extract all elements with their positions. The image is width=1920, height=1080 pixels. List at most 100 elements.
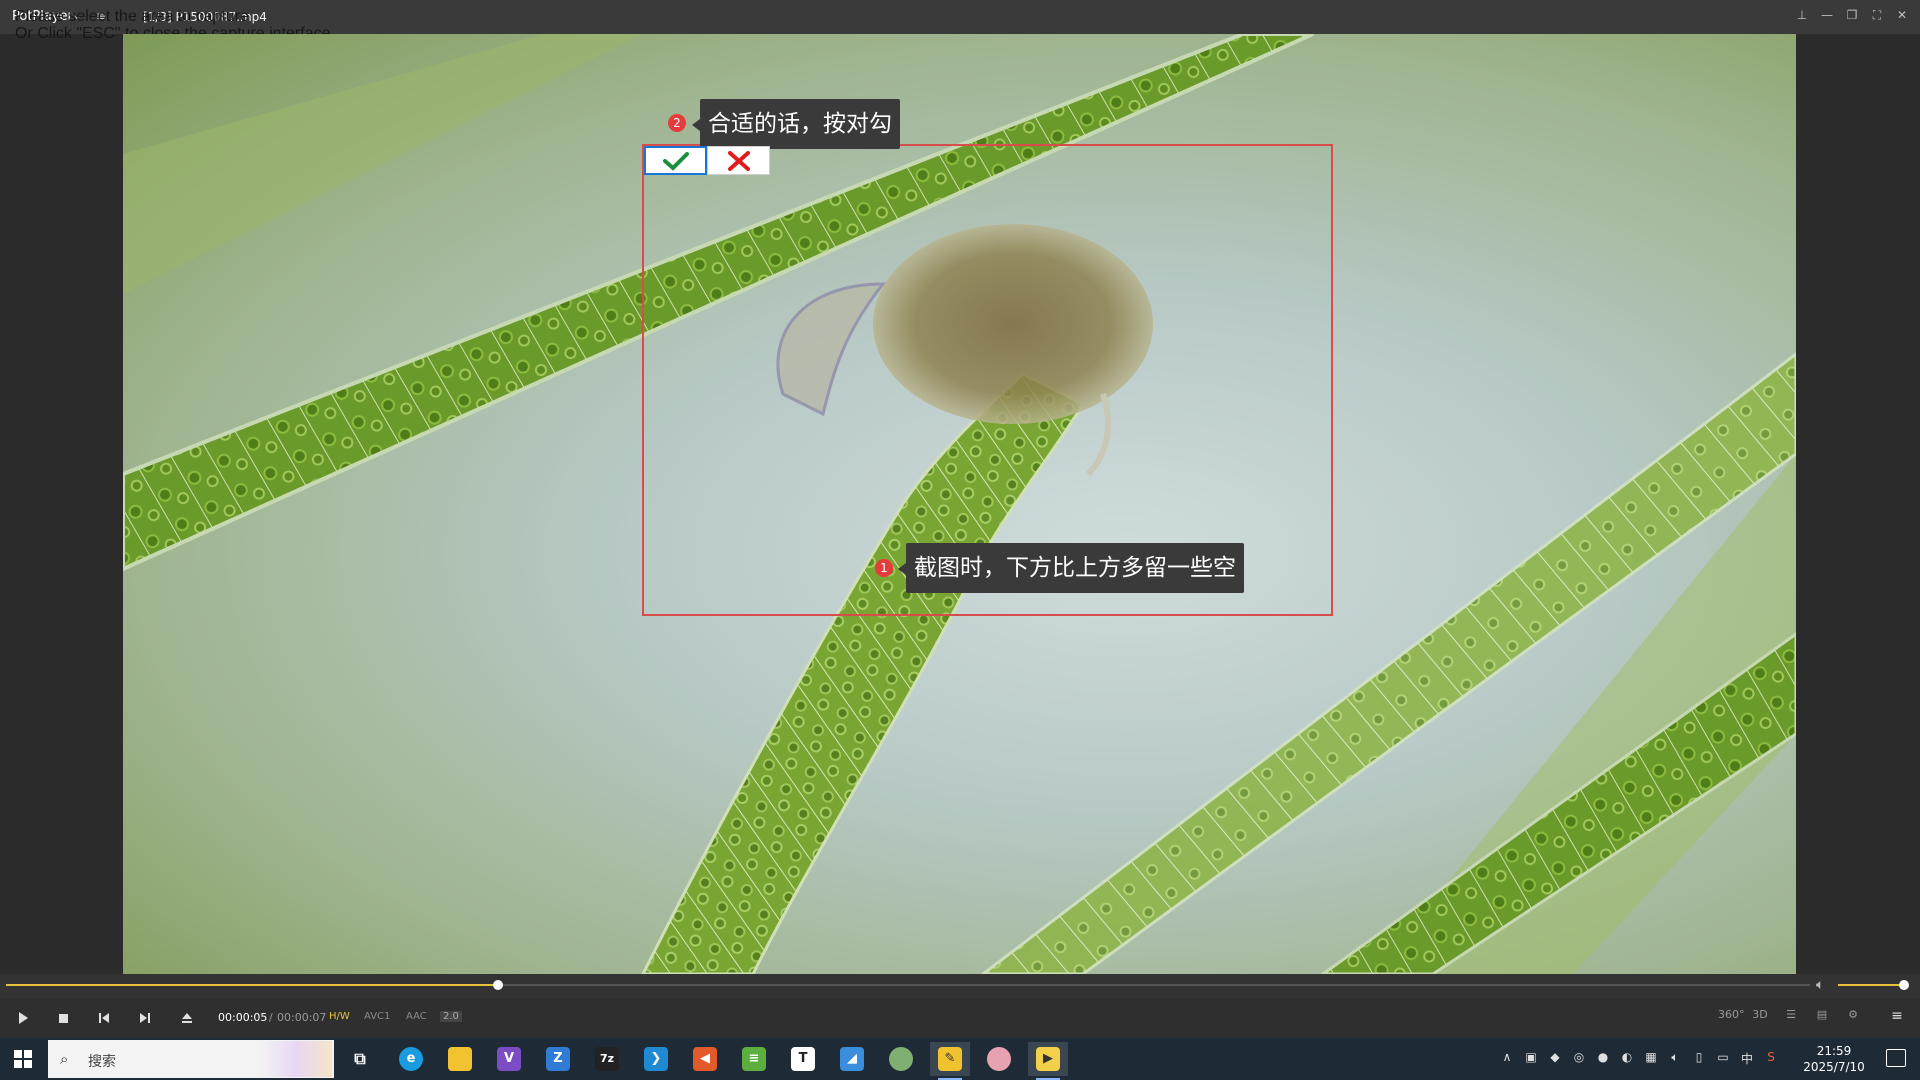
taskbar-search[interactable]: ⌕ 搜索 bbox=[48, 1040, 334, 1078]
vscode-icon: ❯ bbox=[644, 1047, 668, 1071]
window-controls: ⊥ — ❐ ⛶ ✕ bbox=[1794, 6, 1910, 24]
volume-slider[interactable] bbox=[1838, 980, 1909, 990]
taskbar-vscode[interactable]: ❯ bbox=[636, 1042, 676, 1076]
tray-app-icon-4[interactable]: ● bbox=[1594, 1050, 1612, 1064]
taskbar-edge[interactable]: e bbox=[391, 1042, 431, 1076]
volume-level bbox=[1838, 984, 1904, 986]
taskbar-7zip[interactable]: 7z bbox=[587, 1042, 627, 1076]
task-view-button[interactable]: ⧉ bbox=[340, 1042, 380, 1076]
fish-app-icon bbox=[987, 1047, 1011, 1071]
volume-thumb[interactable] bbox=[1899, 980, 1909, 990]
tray-network-icon[interactable]: ▭ bbox=[1714, 1050, 1732, 1064]
playlist-icon[interactable]: ☰ bbox=[1780, 1008, 1802, 1021]
time-separator: / bbox=[269, 1011, 273, 1024]
app-blue-icon: Z bbox=[546, 1047, 570, 1071]
seek-bar: 🔈︎ bbox=[0, 974, 1920, 998]
current-time: 00:00:05 bbox=[218, 1011, 268, 1024]
taskbar-visual-studio[interactable]: V bbox=[489, 1042, 529, 1076]
fullscreen-icon[interactable]: ⛶ bbox=[1869, 6, 1885, 24]
eject-icon bbox=[182, 1013, 192, 1023]
taskbar-potplayer[interactable]: ▶ bbox=[1028, 1042, 1068, 1080]
stop-icon bbox=[58, 1013, 68, 1023]
taskbar-notepad[interactable]: ≡ bbox=[734, 1042, 774, 1076]
hw-decoder-badge[interactable]: H/W bbox=[329, 1011, 350, 1022]
windows-logo-icon bbox=[14, 1050, 32, 1068]
tray-app-icon-2[interactable]: ◆ bbox=[1546, 1050, 1564, 1064]
tray-app-icon-5[interactable]: ▦ bbox=[1642, 1050, 1660, 1064]
stop-button[interactable] bbox=[52, 1007, 74, 1029]
panel-icon[interactable]: ▤ bbox=[1811, 1008, 1833, 1021]
potplayer-icon: ▶ bbox=[1036, 1047, 1060, 1071]
next-icon bbox=[140, 1013, 150, 1023]
speaker-app-icon: ◀ bbox=[693, 1047, 717, 1071]
sketch-app-icon: ✎ bbox=[938, 1047, 962, 1071]
tray-ime-indicator[interactable]: 中 bbox=[1738, 1050, 1756, 1067]
clock-time: 21:59 bbox=[1816, 1044, 1852, 1058]
photo-app-icon: ◢ bbox=[840, 1047, 864, 1071]
taskbar-app-blue[interactable]: Z bbox=[538, 1042, 578, 1076]
taskbar-photo-app[interactable]: ◢ bbox=[832, 1042, 872, 1076]
taskbar: ⌕ 搜索 ⧉ e V Z 7z ❯ ◀ ≡ T ◢ ✎ ▶ ∧ ▣ ◆ ◎ ● … bbox=[0, 1038, 1920, 1080]
confirm-capture-button[interactable] bbox=[644, 146, 707, 175]
minimize-icon[interactable]: — bbox=[1819, 6, 1835, 24]
search-placeholder: 搜索 bbox=[88, 1054, 116, 1070]
main-menu-icon[interactable]: ≡ bbox=[1886, 1008, 1908, 1024]
audio-channels-badge[interactable]: 2.0 bbox=[440, 1011, 462, 1022]
3d-button[interactable]: 3D bbox=[1749, 1008, 1771, 1021]
taskbar-green-app[interactable] bbox=[881, 1042, 921, 1076]
taskbar-explorer[interactable] bbox=[440, 1042, 480, 1076]
cancel-capture-button[interactable] bbox=[707, 146, 770, 175]
settings-icon[interactable]: ⚙ bbox=[1842, 1008, 1864, 1021]
tip-confirm: 合适的话，按对勾 bbox=[692, 99, 900, 149]
total-duration: 00:00:07 bbox=[277, 1011, 327, 1024]
capture-action-group bbox=[644, 146, 770, 175]
taskbar-fish-app[interactable] bbox=[979, 1042, 1019, 1076]
search-highlight-image bbox=[260, 1041, 332, 1077]
tray-app-icon-1[interactable]: ▣ bbox=[1522, 1050, 1540, 1064]
edge-icon: e bbox=[399, 1047, 423, 1071]
system-clock[interactable]: 21:59 2025/7/10 bbox=[1802, 1043, 1866, 1075]
video-codec-badge[interactable]: AVC1 bbox=[364, 1011, 390, 1022]
seek-track[interactable] bbox=[6, 980, 1810, 990]
pin-icon[interactable]: ⊥ bbox=[1794, 6, 1810, 24]
vr360-button[interactable]: 360° bbox=[1718, 1008, 1745, 1021]
check-icon bbox=[662, 151, 689, 171]
tray-app-icon-3[interactable]: ◎ bbox=[1570, 1050, 1588, 1064]
play-button[interactable] bbox=[12, 1007, 34, 1029]
tray-usb-icon[interactable]: ▯ bbox=[1690, 1050, 1708, 1064]
step-badge-2: 2 bbox=[668, 114, 686, 132]
play-icon bbox=[19, 1012, 28, 1024]
tray-steam-icon[interactable]: ◐ bbox=[1618, 1050, 1636, 1064]
clock-date: 2025/7/10 bbox=[1803, 1060, 1865, 1074]
visual-studio-icon: V bbox=[497, 1047, 521, 1071]
previous-icon bbox=[99, 1013, 109, 1023]
taskbar-typora[interactable]: T bbox=[783, 1042, 823, 1076]
potplayer-window: PotPlayer ⌄ ≡ [1/3] P1500087.mp4 ⊥ — ❐ ⛶… bbox=[0, 0, 1920, 1080]
seek-thumb[interactable] bbox=[493, 980, 504, 990]
capture-hint-line1: Please select the area to capture bbox=[15, 8, 249, 25]
taskbar-sketch-app[interactable]: ✎ bbox=[930, 1042, 970, 1080]
folder-icon bbox=[448, 1047, 472, 1071]
step-badge-1: 1 bbox=[875, 559, 893, 577]
notepad-icon: ≡ bbox=[742, 1047, 766, 1071]
x-icon bbox=[727, 150, 750, 171]
restore-icon[interactable]: ❐ bbox=[1844, 6, 1860, 24]
seek-progress bbox=[6, 984, 499, 986]
tray-chevron-up-icon[interactable]: ∧ bbox=[1498, 1050, 1516, 1064]
open-file-button[interactable] bbox=[176, 1007, 198, 1029]
typora-icon: T bbox=[791, 1047, 815, 1071]
notification-center-icon[interactable] bbox=[1886, 1049, 1906, 1067]
close-icon[interactable]: ✕ bbox=[1894, 6, 1910, 24]
search-icon: ⌕ bbox=[60, 1050, 69, 1068]
7zip-icon: 7z bbox=[595, 1047, 619, 1071]
previous-button[interactable] bbox=[93, 1007, 115, 1029]
volume-icon[interactable]: 🔈︎ bbox=[1816, 977, 1824, 993]
green-app-icon bbox=[889, 1047, 913, 1071]
start-button[interactable] bbox=[0, 1038, 46, 1080]
taskbar-audio-app[interactable]: ◀ bbox=[685, 1042, 725, 1076]
tray-volume-icon[interactable]: 🔈︎ bbox=[1666, 1050, 1684, 1065]
control-bar: 00:00:05 / 00:00:07 H/W AVC1 AAC 2.0 360… bbox=[0, 998, 1920, 1038]
tray-input-method-icon[interactable]: S bbox=[1762, 1050, 1780, 1064]
audio-codec-badge[interactable]: AAC bbox=[406, 1011, 427, 1022]
next-button[interactable] bbox=[134, 1007, 156, 1029]
